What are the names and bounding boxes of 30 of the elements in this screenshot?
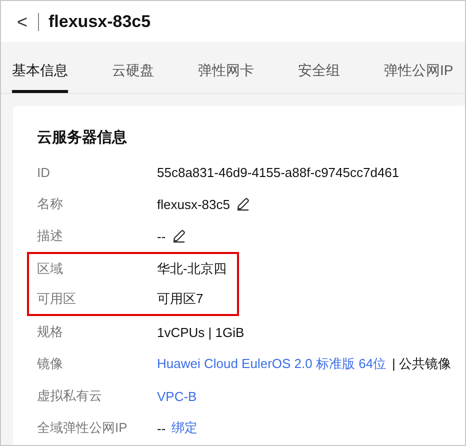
field-value: -- bbox=[157, 420, 166, 436]
value-link[interactable]: Huawei Cloud EulerOS 2.0 标准版 64位 bbox=[157, 355, 386, 373]
edit-icon[interactable] bbox=[236, 197, 250, 211]
field-value: | 公共镜像 bbox=[392, 355, 452, 373]
field-label: 区域 bbox=[37, 260, 64, 278]
field-label: 描述 bbox=[37, 227, 64, 245]
page-title: flexusx-83c5 bbox=[48, 12, 151, 32]
field-label: 规格 bbox=[37, 323, 64, 341]
edit-icon[interactable] bbox=[172, 229, 186, 243]
field-label: 虚拟私有云 bbox=[37, 387, 103, 405]
field-value: 1vCPUs | 1GiB bbox=[157, 324, 244, 340]
field-label: 名称 bbox=[37, 195, 64, 213]
field-value: 华北-北京四 bbox=[157, 260, 226, 278]
field-value: flexusx-83c5 bbox=[157, 196, 230, 212]
card-title: 云服务器信息 bbox=[37, 128, 128, 148]
tab[interactable]: 基本信息 bbox=[12, 54, 68, 93]
tab[interactable]: 云硬盘 bbox=[112, 54, 154, 93]
value-link[interactable]: 绑定 bbox=[172, 419, 198, 437]
back-button[interactable]: < bbox=[17, 12, 28, 30]
field-label: 可用区 bbox=[37, 290, 77, 308]
field-label: 镜像 bbox=[37, 355, 64, 373]
value-link[interactable]: VPC-B bbox=[157, 388, 197, 404]
field-value: -- bbox=[157, 228, 166, 244]
field-label: ID bbox=[37, 164, 51, 180]
field-value: 55c8a831-46d9-4155-a88f-c9745cc7d461 bbox=[157, 164, 400, 180]
field-value: 可用区7 bbox=[157, 290, 204, 308]
tab[interactable]: 弹性网卡 bbox=[198, 54, 254, 93]
tab[interactable]: 弹性公网IP bbox=[384, 54, 454, 93]
tab[interactable]: 安全组 bbox=[298, 54, 340, 93]
field-label: 全域弹性公网IP bbox=[37, 419, 128, 437]
